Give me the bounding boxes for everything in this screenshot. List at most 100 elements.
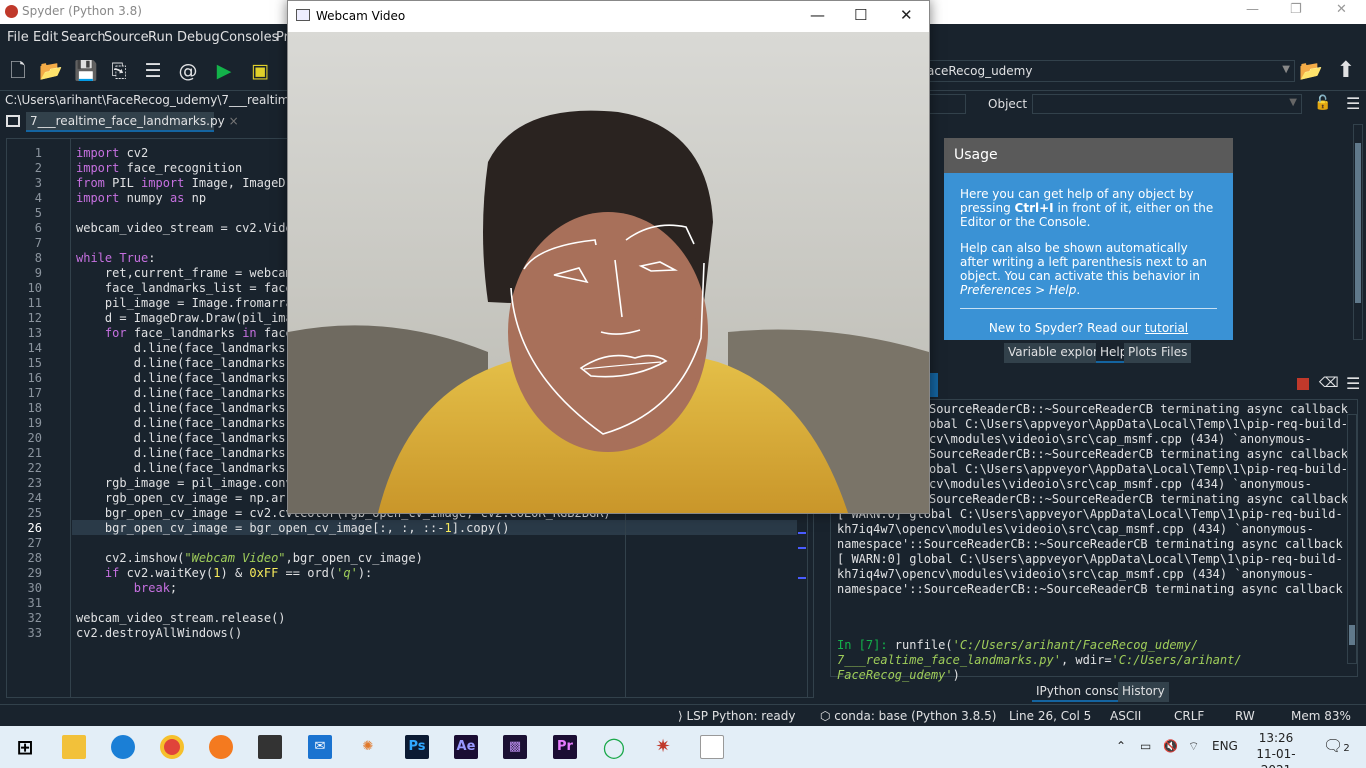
working-directory-combo[interactable]: aceRecog_udemy ▼ xyxy=(920,60,1295,82)
working-directory-value: aceRecog_udemy xyxy=(927,64,1033,78)
network-icon[interactable]: ⌔ xyxy=(1188,739,1199,754)
line-number: 20 xyxy=(27,431,42,445)
help-scrollbar[interactable] xyxy=(1353,124,1363,340)
tab-files[interactable]: Files xyxy=(1157,343,1192,363)
editor-tab-label: 7___realtime_face_landmarks.py xyxy=(30,114,225,128)
source-combo[interactable] xyxy=(928,94,966,114)
line-number: 13 xyxy=(27,326,42,340)
notification-icon[interactable]: 🗨2 xyxy=(1323,736,1350,755)
after-effects-icon[interactable]: Ae xyxy=(454,735,478,759)
line-number: 15 xyxy=(27,356,42,370)
console-line: obal C:\Users\appveyor\AppData\Local\Tem… xyxy=(929,417,1349,431)
webcam-frame-image xyxy=(288,32,929,513)
line-number: 21 xyxy=(27,446,42,460)
run-icon[interactable]: ▶ xyxy=(212,59,236,83)
maximize-icon[interactable]: ☐ xyxy=(854,6,867,24)
at-icon[interactable]: @ xyxy=(176,59,200,83)
console-line: SourceReaderCB::~SourceReaderCB terminat… xyxy=(929,492,1349,506)
code-line: d.line(face_landmarks[ xyxy=(76,416,293,430)
clock-time: 13:26 xyxy=(1258,731,1294,745)
animate-icon[interactable]: ▩ xyxy=(503,735,527,759)
scrollbar-thumb[interactable] xyxy=(1349,625,1355,645)
menu-debug[interactable]: Debug xyxy=(177,30,220,45)
spyder-taskbar-icon[interactable]: ✺ xyxy=(356,735,380,759)
firefox-icon[interactable] xyxy=(209,735,233,759)
editor-tab[interactable]: 7___realtime_face_landmarks.py × xyxy=(26,112,239,132)
code-line: pil_image = Image.fromarra xyxy=(76,296,293,310)
options-menu-icon[interactable]: ☰ xyxy=(1346,94,1360,113)
windows-start-icon[interactable]: ⊞ xyxy=(13,735,37,759)
tab-history[interactable]: History xyxy=(1118,682,1169,702)
object-combo[interactable]: ▼ xyxy=(1032,94,1302,114)
refresh-app-icon[interactable]: ◯ xyxy=(602,735,626,759)
save-icon[interactable]: 💾 xyxy=(74,59,98,83)
line-number: 18 xyxy=(27,401,42,415)
save-all-icon[interactable]: ⎘ xyxy=(107,59,131,83)
menu-file[interactable]: File xyxy=(7,30,29,45)
open-file-icon[interactable]: 📂 xyxy=(39,59,63,83)
list-icon[interactable]: ☰ xyxy=(141,59,165,83)
line-number: 9 xyxy=(34,266,42,280)
line-number: 25 xyxy=(27,506,42,520)
console-line: kh7iq4w7\opencv\modules\videoio\src\cap_… xyxy=(837,567,1314,581)
memory-status: Mem 83% xyxy=(1291,709,1351,723)
mail-icon[interactable]: ✉ xyxy=(308,735,332,759)
photoshop-icon[interactable]: Ps xyxy=(405,735,429,759)
code-line: cv2.destroyAllWindows() xyxy=(76,626,243,640)
menu-consoles[interactable]: Consoles xyxy=(220,30,278,45)
line-number: 8 xyxy=(34,251,42,265)
close-icon[interactable]: ✕ xyxy=(1336,2,1347,17)
restore-icon[interactable]: ❐ xyxy=(1290,2,1302,17)
line-number: 1 xyxy=(34,146,42,160)
code-line: cv2.imshow("Webcam Video",bgr_open_cv_im… xyxy=(76,551,423,565)
spyder-app-icon xyxy=(5,5,18,18)
volume-muted-icon[interactable]: 🔇 xyxy=(1163,739,1178,753)
store-icon[interactable] xyxy=(258,735,282,759)
line-number: 24 xyxy=(27,491,42,505)
tutorial-link[interactable]: tutorial xyxy=(1145,321,1188,335)
file-explorer-icon[interactable] xyxy=(62,735,86,759)
language-indicator[interactable]: ENG xyxy=(1212,739,1238,753)
console-prompt-line: In [7]: runfile('C:/Users/arihant/FaceRe… xyxy=(837,638,1199,652)
menu-source[interactable]: Source xyxy=(104,30,149,45)
anaconda-icon[interactable]: ✷ xyxy=(651,735,675,759)
editor-path: C:\Users\arihant\FaceRecog_udemy\7___rea… xyxy=(5,93,290,107)
browse-tabs-icon[interactable] xyxy=(6,115,20,127)
minimize-icon[interactable]: — xyxy=(810,6,825,24)
lock-icon[interactable]: 🔓 xyxy=(1314,95,1331,111)
code-line: break; xyxy=(133,581,178,595)
minimize-icon[interactable]: — xyxy=(1246,2,1259,17)
menu-search[interactable]: Search xyxy=(61,30,106,45)
browse-folder-icon[interactable]: 📂 xyxy=(1299,59,1323,83)
tab-close-icon[interactable]: × xyxy=(229,114,239,128)
code-line: rgb_image = pil_image.conve xyxy=(76,476,300,490)
tray-chevron-icon[interactable]: ⌃ xyxy=(1116,739,1126,753)
line-number: 10 xyxy=(27,281,42,295)
clock[interactable]: 13:26 11-01-2021 xyxy=(1250,730,1302,768)
notepad-icon[interactable] xyxy=(700,735,724,759)
editor-tabbar: 7___realtime_face_landmarks.py × xyxy=(0,111,290,133)
battery-icon[interactable]: ▭ xyxy=(1140,739,1151,753)
scrollbar-thumb[interactable] xyxy=(1355,143,1361,303)
new-file-icon[interactable]: 🗋 xyxy=(6,59,30,83)
line-number: 17 xyxy=(27,386,42,400)
parent-directory-icon[interactable]: ⬆ xyxy=(1334,59,1358,83)
line-number: 26 xyxy=(27,521,42,535)
menu-edit[interactable]: Edit xyxy=(33,30,58,45)
options-menu-icon[interactable]: ☰ xyxy=(1346,374,1360,393)
edge-icon[interactable] xyxy=(111,735,135,759)
code-line: import numpy as np xyxy=(76,191,207,205)
premiere-icon[interactable]: Pr xyxy=(553,735,577,759)
stop-icon[interactable] xyxy=(1297,378,1309,390)
line-number: 33 xyxy=(27,626,42,640)
eraser-icon[interactable]: ⌫ xyxy=(1319,375,1339,391)
tab-plots[interactable]: Plots xyxy=(1124,343,1161,363)
divider xyxy=(960,308,1217,309)
run-cell-icon[interactable]: ▣ xyxy=(248,59,272,83)
webcam-video-window[interactable]: Webcam Video — ☐ ✕ xyxy=(287,0,930,514)
close-icon[interactable]: ✕ xyxy=(900,6,913,24)
line-number: 29 xyxy=(27,566,42,580)
console-scrollbar[interactable] xyxy=(1347,414,1357,664)
menu-run[interactable]: Run xyxy=(148,30,173,45)
chrome-icon[interactable] xyxy=(160,735,184,759)
